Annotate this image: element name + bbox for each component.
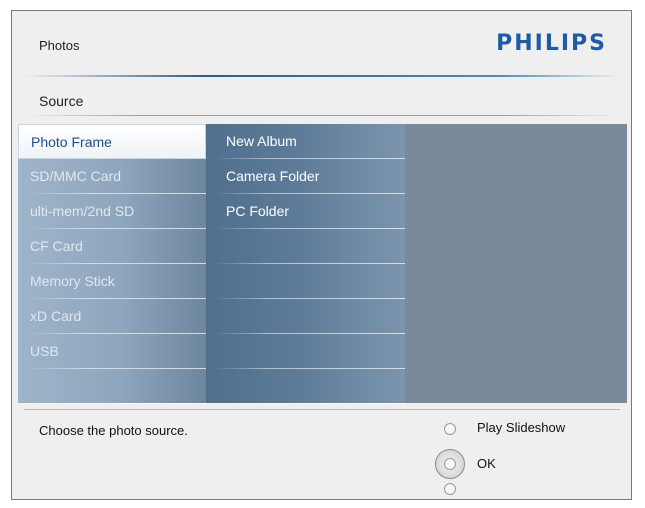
source-item-xd-card[interactable]: xD Card [18,299,206,334]
target-item-new-album[interactable]: New Album [206,124,405,159]
menu-panel: Photo Frame SD/MMC Card ulti-mem/2nd SD … [18,124,627,404]
target-list: New Album Camera Folder PC Folder [206,124,405,404]
source-item-sd-mmc-card[interactable]: SD/MMC Card [18,159,206,194]
footer-divider [24,409,620,410]
source-list: Photo Frame SD/MMC Card ulti-mem/2nd SD … [18,124,206,404]
target-item-empty [206,229,405,264]
source-item-photo-frame[interactable]: Photo Frame [18,124,206,159]
preview-area [405,124,627,403]
app-title: Photos [39,38,80,53]
header-bar: Photos PHILIPS [12,11,631,75]
source-item-usb[interactable]: USB [18,334,206,369]
source-item-memory-stick[interactable]: Memory Stick [18,264,206,299]
source-item-multi-mem-2nd-sd[interactable]: ulti-mem/2nd SD [18,194,206,229]
section-title: Source [39,93,84,109]
status-text: Choose the photo source. [39,423,188,438]
dial-button-icon[interactable] [435,449,465,479]
target-item-empty [206,299,405,334]
dial-center-icon [444,458,456,470]
target-item-pc-folder[interactable]: PC Folder [206,194,405,229]
ok-label: OK [477,456,496,471]
play-slideshow-label: Play Slideshow [477,420,566,435]
section-divider [24,115,620,116]
radio-circle-icon[interactable] [444,483,456,495]
radio-circle-icon[interactable] [444,423,456,435]
source-item-cf-card[interactable]: CF Card [18,229,206,264]
photo-frame-screen: Photos PHILIPS Source Photo Frame SD/MMC… [11,10,632,500]
target-item-empty [206,264,405,299]
brand-logo: PHILIPS [496,31,607,56]
target-item-camera-folder[interactable]: Camera Folder [206,159,405,194]
navigation-controls: Play Slideshow OK [423,419,623,499]
source-item-empty [18,369,206,404]
target-item-empty [206,369,405,404]
header-divider [24,75,620,77]
target-item-empty [206,334,405,369]
